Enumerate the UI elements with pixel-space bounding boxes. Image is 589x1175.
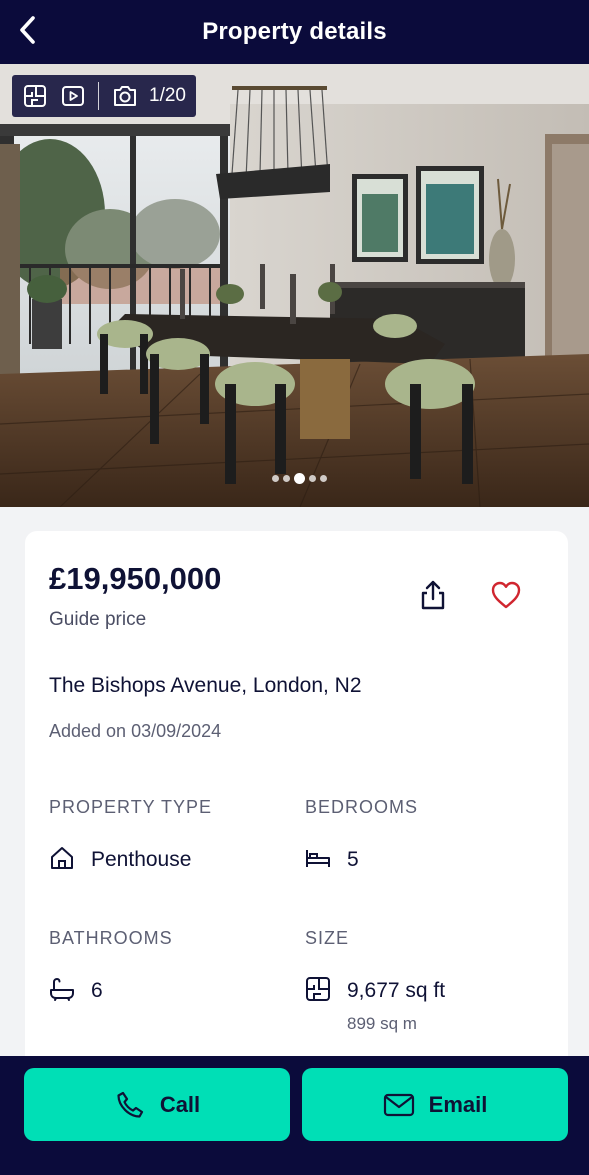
- bathrooms-value: 6: [91, 979, 103, 1002]
- chevron-left-icon: [20, 16, 35, 44]
- email-button[interactable]: Email: [302, 1068, 568, 1141]
- share-icon: [421, 580, 445, 610]
- email-button-label: Email: [428, 1091, 488, 1117]
- house-icon: [51, 847, 73, 869]
- property-photo: [0, 64, 589, 507]
- bedrooms-label: BEDROOMS: [305, 797, 419, 817]
- call-button-label: Call: [159, 1091, 201, 1117]
- heart-icon: [491, 581, 521, 609]
- video-icon[interactable]: [60, 83, 86, 109]
- size-value: 9,677 sq ft: [347, 979, 446, 1002]
- pagination-dot[interactable]: [309, 475, 316, 482]
- gallery-pagination: [272, 473, 327, 484]
- price: £19,950,000: [49, 561, 222, 596]
- property-address: The Bishops Avenue, London, N2: [49, 674, 362, 697]
- contact-action-bar: Call Email: [0, 1056, 589, 1175]
- mail-icon: [383, 1093, 414, 1116]
- media-toolbar-divider: [98, 82, 99, 110]
- bathrooms-label: BATHROOMS: [49, 928, 173, 948]
- favorite-button[interactable]: [486, 575, 526, 615]
- bed-icon: [306, 850, 330, 867]
- property-type-value: Penthouse: [91, 848, 192, 871]
- app-header: Property details: [0, 0, 589, 64]
- price-qualifier: Guide price: [49, 609, 147, 630]
- pagination-dot-active[interactable]: [294, 473, 305, 484]
- photo-counter: 1/20: [149, 85, 186, 106]
- property-type-label: PROPERTY TYPE: [49, 797, 213, 817]
- property-summary-card: £19,950,000 Guide price The Bishops Aven…: [25, 531, 568, 1091]
- size-label: SIZE: [305, 928, 350, 948]
- camera-icon[interactable]: [111, 83, 139, 109]
- floorplan-icon: [306, 977, 330, 1001]
- floorplan-icon[interactable]: [22, 83, 48, 109]
- page-title: Property details: [202, 18, 387, 45]
- call-button[interactable]: Call: [24, 1068, 290, 1141]
- share-button[interactable]: [413, 575, 453, 615]
- pagination-dot[interactable]: [283, 475, 290, 482]
- pagination-dot[interactable]: [320, 475, 327, 482]
- media-toolbar: 1/20: [12, 75, 196, 117]
- pagination-dot[interactable]: [272, 475, 279, 482]
- back-button[interactable]: [8, 10, 48, 50]
- property-photo-gallery[interactable]: 1/20: [0, 64, 589, 507]
- listing-added-date: Added on 03/09/2024: [49, 721, 222, 741]
- bedrooms-value: 5: [347, 848, 359, 871]
- size-metric-value: 899 sq m: [347, 1014, 417, 1033]
- bath-icon: [50, 977, 74, 1001]
- phone-icon: [117, 1091, 143, 1118]
